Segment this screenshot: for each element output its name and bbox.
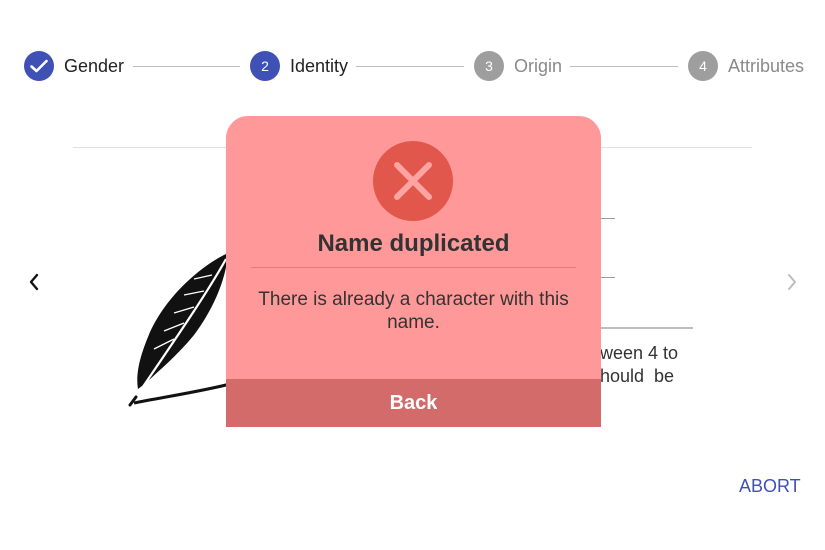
error-dialog: Name duplicated There is already a chara…	[226, 116, 601, 427]
name-hint-text: ween 4 to hould be	[600, 342, 682, 388]
step-attributes-label: Attributes	[728, 55, 805, 76]
step-attributes[interactable]: 4 Attributes	[688, 51, 804, 81]
step-identity[interactable]: 2 Identity	[250, 51, 348, 81]
chevron-right-icon[interactable]	[780, 268, 804, 296]
step-number: 2	[250, 51, 280, 81]
abort-button[interactable]: ABORT	[739, 476, 801, 497]
back-button[interactable]: Back	[226, 379, 601, 427]
step-origin-label: Origin	[514, 55, 563, 76]
field-underline	[600, 218, 615, 219]
step-connector	[133, 66, 240, 67]
name-hint-line: ween 4 to	[600, 343, 679, 363]
dialog-divider	[251, 267, 576, 268]
step-gender[interactable]: Gender	[24, 51, 124, 81]
dialog-message: There is already a character with this n…	[258, 289, 569, 333]
step-origin[interactable]: 3 Origin	[474, 51, 562, 81]
stepper: Gender 2 Identity 3 Origin 4 Attributes	[0, 0, 825, 132]
check-icon	[24, 51, 54, 81]
dialog-title: Name duplicated	[317, 230, 510, 257]
step-number: 3	[474, 51, 504, 81]
step-number: 4	[688, 51, 718, 81]
step-connector	[570, 66, 678, 67]
error-x-icon	[373, 141, 453, 221]
name-hint-line: hould be	[600, 366, 675, 386]
field-underline	[600, 277, 615, 278]
field-underline	[600, 327, 693, 329]
step-identity-label: Identity	[290, 55, 349, 76]
step-gender-label: Gender	[64, 55, 125, 76]
chevron-left-icon[interactable]	[22, 268, 46, 296]
step-connector	[356, 66, 464, 67]
